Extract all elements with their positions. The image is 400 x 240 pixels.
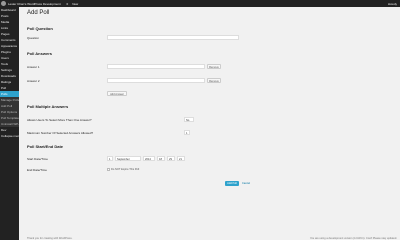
remove-answer-1-button[interactable]: Remove	[207, 64, 221, 69]
allow-multiple-select[interactable]: No	[184, 117, 194, 122]
no-expiry-label: Do NOT Expire This Poll	[111, 168, 140, 171]
howdy-user-link[interactable]: Howdy	[388, 2, 397, 6]
end-datetime-label: End Date/Time	[27, 168, 47, 172]
section-poll-question: Poll Question	[27, 26, 53, 31]
answer-1-label: Answer 1	[27, 65, 40, 69]
wordpress-logo-icon[interactable]	[1, 1, 6, 6]
question-input[interactable]	[107, 35, 239, 40]
start-minute-select[interactable]: 29	[167, 156, 175, 161]
start-hour-select[interactable]: 18	[157, 156, 165, 161]
start-second-select[interactable]: 21	[177, 156, 185, 161]
comments-count[interactable]: 0	[67, 2, 69, 6]
question-label: Question	[27, 36, 40, 40]
start-month-select[interactable]: September	[115, 156, 141, 161]
max-answers-select[interactable]: 1	[184, 130, 190, 135]
new-content-link[interactable]: New	[72, 2, 78, 6]
start-day-select[interactable]: 1	[107, 156, 113, 161]
remove-answer-2-button[interactable]: Remove	[207, 78, 221, 83]
admin-bar: Lester Chan's WordPress Development 0 Ne…	[0, 0, 400, 7]
section-start-end-date: Poll Start/End Date	[27, 144, 64, 149]
answer-2-label: Answer 2	[27, 79, 40, 83]
answer-1-input[interactable]	[107, 64, 205, 69]
answer-2-input[interactable]	[107, 78, 205, 83]
sidebar-collapse-menu[interactable]: Collapse menu	[0, 133, 19, 139]
allow-multiple-label: Allows Users To Select More Than One Ans…	[27, 118, 92, 122]
no-expiry-checkbox[interactable]	[107, 168, 110, 171]
add-poll-button[interactable]: Add Poll	[225, 181, 239, 186]
no-expiry-option[interactable]: Do NOT Expire This Poll	[107, 168, 139, 171]
start-year-select[interactable]: 2014	[143, 156, 155, 161]
start-datetime-label: Start Date/Time	[27, 157, 48, 161]
section-poll-answers: Poll Answers	[27, 51, 52, 56]
max-answers-label: Maximum Number Of Selected Answers Allow…	[27, 131, 94, 135]
page-title: Add Poll	[27, 10, 50, 16]
admin-sidebar: Dashboard Posts Media Links Pages Commen…	[0, 7, 19, 240]
section-multiple-answers: Poll Multiple Answers	[27, 104, 69, 109]
site-name-link[interactable]: Lester Chan's WordPress Development	[8, 2, 61, 6]
cancel-link[interactable]: Cancel	[242, 181, 250, 186]
main-content: Add Poll Poll Question Question Poll Ans…	[19, 7, 400, 240]
add-answer-button[interactable]: Add Answer	[107, 91, 127, 96]
